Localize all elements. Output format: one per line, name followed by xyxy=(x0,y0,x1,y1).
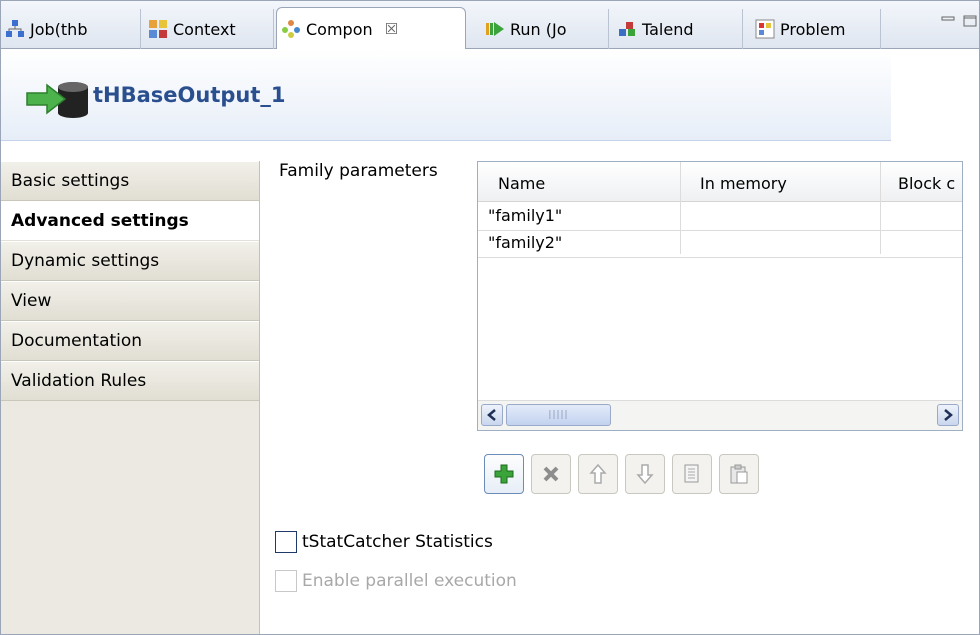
checkbox-label: Enable parallel execution xyxy=(302,571,517,591)
copy-icon xyxy=(684,464,699,483)
component-view: Job(thb Context Compon ☒ Run (Jo Talend … xyxy=(0,0,980,635)
paste-button[interactable] xyxy=(719,454,759,494)
talend-icon xyxy=(617,19,637,39)
delete-icon xyxy=(543,466,559,482)
paste-icon xyxy=(730,464,748,484)
checkbox-box[interactable] xyxy=(275,531,297,553)
tab-problem[interactable]: Problem xyxy=(751,9,881,49)
component-icon xyxy=(281,19,301,39)
context-icon xyxy=(148,19,168,39)
table-header: Name In memory Block c xyxy=(478,162,962,202)
arrow-down-icon xyxy=(636,464,654,485)
move-down-button[interactable] xyxy=(625,454,665,494)
scroll-thumb[interactable]: ||||| xyxy=(506,404,611,426)
table-cell-name[interactable]: "family1" xyxy=(488,206,562,225)
maximize-icon[interactable] xyxy=(963,13,977,27)
tstatcatcher-checkbox[interactable]: tStatCatcher Statistics xyxy=(275,531,493,553)
tab-run[interactable]: Run (Jo xyxy=(481,9,609,49)
scroll-right-button[interactable] xyxy=(937,404,959,426)
tab-context[interactable]: Context xyxy=(144,9,274,49)
hbase-output-icon xyxy=(25,79,91,119)
table-toolbar xyxy=(484,454,759,494)
column-header-name[interactable]: Name xyxy=(498,174,545,193)
close-icon[interactable]: ☒ xyxy=(385,20,398,38)
minimize-icon[interactable] xyxy=(941,13,955,25)
arrow-up-icon xyxy=(589,463,607,484)
table-row[interactable]: "family2" xyxy=(478,231,962,258)
table-cell-name[interactable]: "family2" xyxy=(488,233,562,252)
checkbox-label: tStatCatcher Statistics xyxy=(302,532,493,552)
family-parameters-table[interactable]: Name In memory Block c "family1" "family… xyxy=(477,161,963,431)
tab-label: Run (Jo xyxy=(510,19,567,39)
nav-item-dynamic-settings[interactable]: Dynamic settings xyxy=(1,241,259,281)
job-icon xyxy=(5,19,25,39)
column-header-in-memory[interactable]: In memory xyxy=(700,174,787,193)
nav-item-validation-rules[interactable]: Validation Rules xyxy=(1,361,259,401)
tab-job[interactable]: Job(thb xyxy=(1,9,141,49)
family-parameters-label: Family parameters xyxy=(279,161,438,181)
component-title: tHBaseOutput_1 xyxy=(93,83,286,107)
scroll-left-button[interactable] xyxy=(481,404,503,426)
tab-label: Talend xyxy=(642,19,694,39)
component-header: tHBaseOutput_1 xyxy=(1,49,891,141)
add-row-button[interactable] xyxy=(484,454,524,494)
column-header-block-cache[interactable]: Block c xyxy=(898,174,955,193)
plus-icon xyxy=(494,464,514,484)
nav-item-documentation[interactable]: Documentation xyxy=(1,321,259,361)
move-up-button[interactable] xyxy=(578,454,618,494)
window-controls xyxy=(941,13,977,27)
tab-talend[interactable]: Talend xyxy=(613,9,743,49)
tab-label: Problem xyxy=(780,19,846,39)
nav-item-basic-settings[interactable]: Basic settings xyxy=(1,161,259,201)
tab-bar: Job(thb Context Compon ☒ Run (Jo Talend … xyxy=(1,1,979,50)
table-row[interactable]: "family1" xyxy=(478,204,962,231)
tab-label: Context xyxy=(173,19,236,39)
problem-icon xyxy=(755,19,775,39)
chevron-right-icon xyxy=(944,409,953,421)
nav-item-advanced-settings[interactable]: Advanced settings xyxy=(1,201,259,241)
settings-nav: Basic settings Advanced settings Dynamic… xyxy=(1,161,260,634)
checkbox-box xyxy=(275,570,297,592)
tab-label: Compon xyxy=(306,19,373,39)
nav-item-view[interactable]: View xyxy=(1,281,259,321)
run-icon xyxy=(485,19,505,39)
tab-component[interactable]: Compon ☒ xyxy=(276,7,466,50)
parallel-execution-checkbox: Enable parallel execution xyxy=(275,570,517,592)
tab-label: Job(thb xyxy=(30,19,88,39)
chevron-left-icon xyxy=(487,409,496,421)
remove-row-button[interactable] xyxy=(531,454,571,494)
copy-button[interactable] xyxy=(672,454,712,494)
horizontal-scrollbar[interactable]: ||||| xyxy=(478,400,962,430)
